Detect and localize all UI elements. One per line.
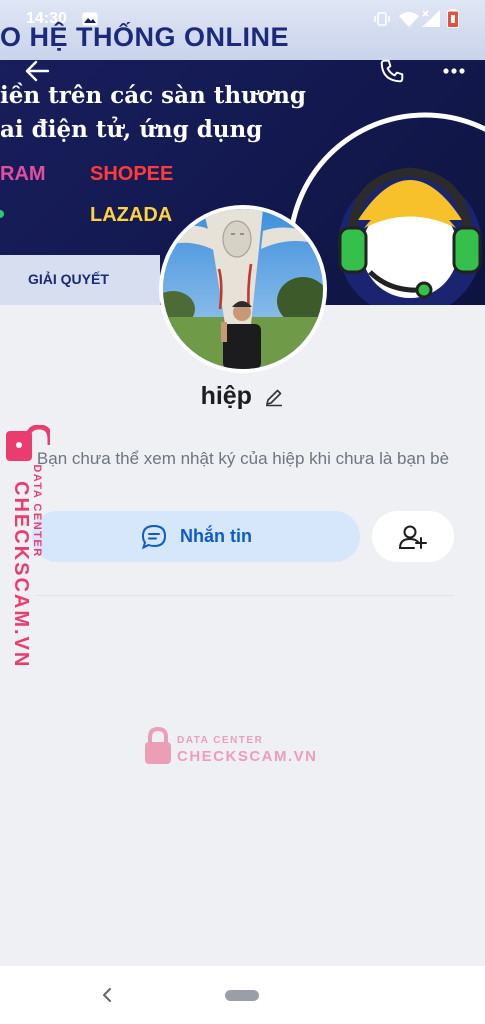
watermark-center: DATA CENTER CHECKSCAM.VN bbox=[144, 725, 316, 769]
battery-icon bbox=[447, 9, 459, 28]
more-dots-icon bbox=[443, 68, 465, 74]
call-button[interactable] bbox=[373, 52, 411, 90]
cell-signal-icon bbox=[422, 10, 440, 27]
cover-brand-left: RAM bbox=[0, 163, 46, 185]
watermark-vertical-site: CHECKSCAM.VN bbox=[10, 481, 32, 669]
watermark-center-site: CHECKSCAM.VN bbox=[177, 748, 318, 765]
phone-icon bbox=[380, 59, 404, 83]
message-button[interactable]: Nhắn tin bbox=[32, 511, 360, 562]
profile-name: hiệp bbox=[200, 382, 252, 410]
nav-back-icon[interactable] bbox=[102, 988, 112, 1002]
watermark-vertical-tag: DATA CENTER bbox=[31, 464, 43, 558]
profile-name-row: hiệp bbox=[0, 382, 485, 411]
status-time: 14:30 bbox=[26, 10, 67, 27]
edit-pencil-icon[interactable] bbox=[264, 387, 284, 407]
more-options-button[interactable] bbox=[434, 52, 474, 90]
profile-avatar[interactable] bbox=[159, 205, 327, 373]
watermark-center-lock-icon bbox=[145, 727, 171, 764]
avatar-photo bbox=[163, 209, 323, 369]
cover-dot bbox=[0, 210, 4, 218]
watermark-center-tag: DATA CENTER bbox=[177, 735, 264, 746]
profile-top-bar bbox=[0, 46, 485, 96]
nav-home-pill[interactable] bbox=[225, 990, 259, 1001]
cover-brand-lazada: LAZADA bbox=[90, 204, 173, 226]
chat-bubble-icon bbox=[141, 524, 167, 549]
status-bar: 14:30 bbox=[0, 0, 485, 38]
section-divider bbox=[36, 595, 454, 596]
add-friend-button[interactable] bbox=[372, 511, 454, 562]
diary-privacy-notice: Bạn chưa thể xem nhật ký của hiệp khi ch… bbox=[36, 449, 450, 468]
watermark-vertical: CHECKSCAM.VN DATA CENTER bbox=[2, 425, 54, 669]
back-button[interactable] bbox=[18, 52, 56, 90]
watermark-lock-icon bbox=[6, 425, 50, 461]
message-button-label: Nhắn tin bbox=[180, 526, 252, 546]
back-arrow-icon bbox=[25, 60, 49, 82]
add-friend-icon bbox=[399, 525, 427, 549]
cover-brand-shopee: SHOPEE bbox=[90, 163, 174, 185]
system-navigation-bar bbox=[0, 966, 485, 1024]
wifi-icon bbox=[399, 12, 419, 27]
vibrate-icon bbox=[374, 12, 390, 26]
cover-text-line-2: ai điện tử, ứng dụng bbox=[0, 116, 263, 143]
cover-resolve-tag: GIẢI QUYẾT bbox=[0, 255, 160, 305]
gallery-notification-icon bbox=[82, 12, 98, 26]
cover-resolve-label: GIẢI QUYẾT bbox=[28, 271, 109, 287]
